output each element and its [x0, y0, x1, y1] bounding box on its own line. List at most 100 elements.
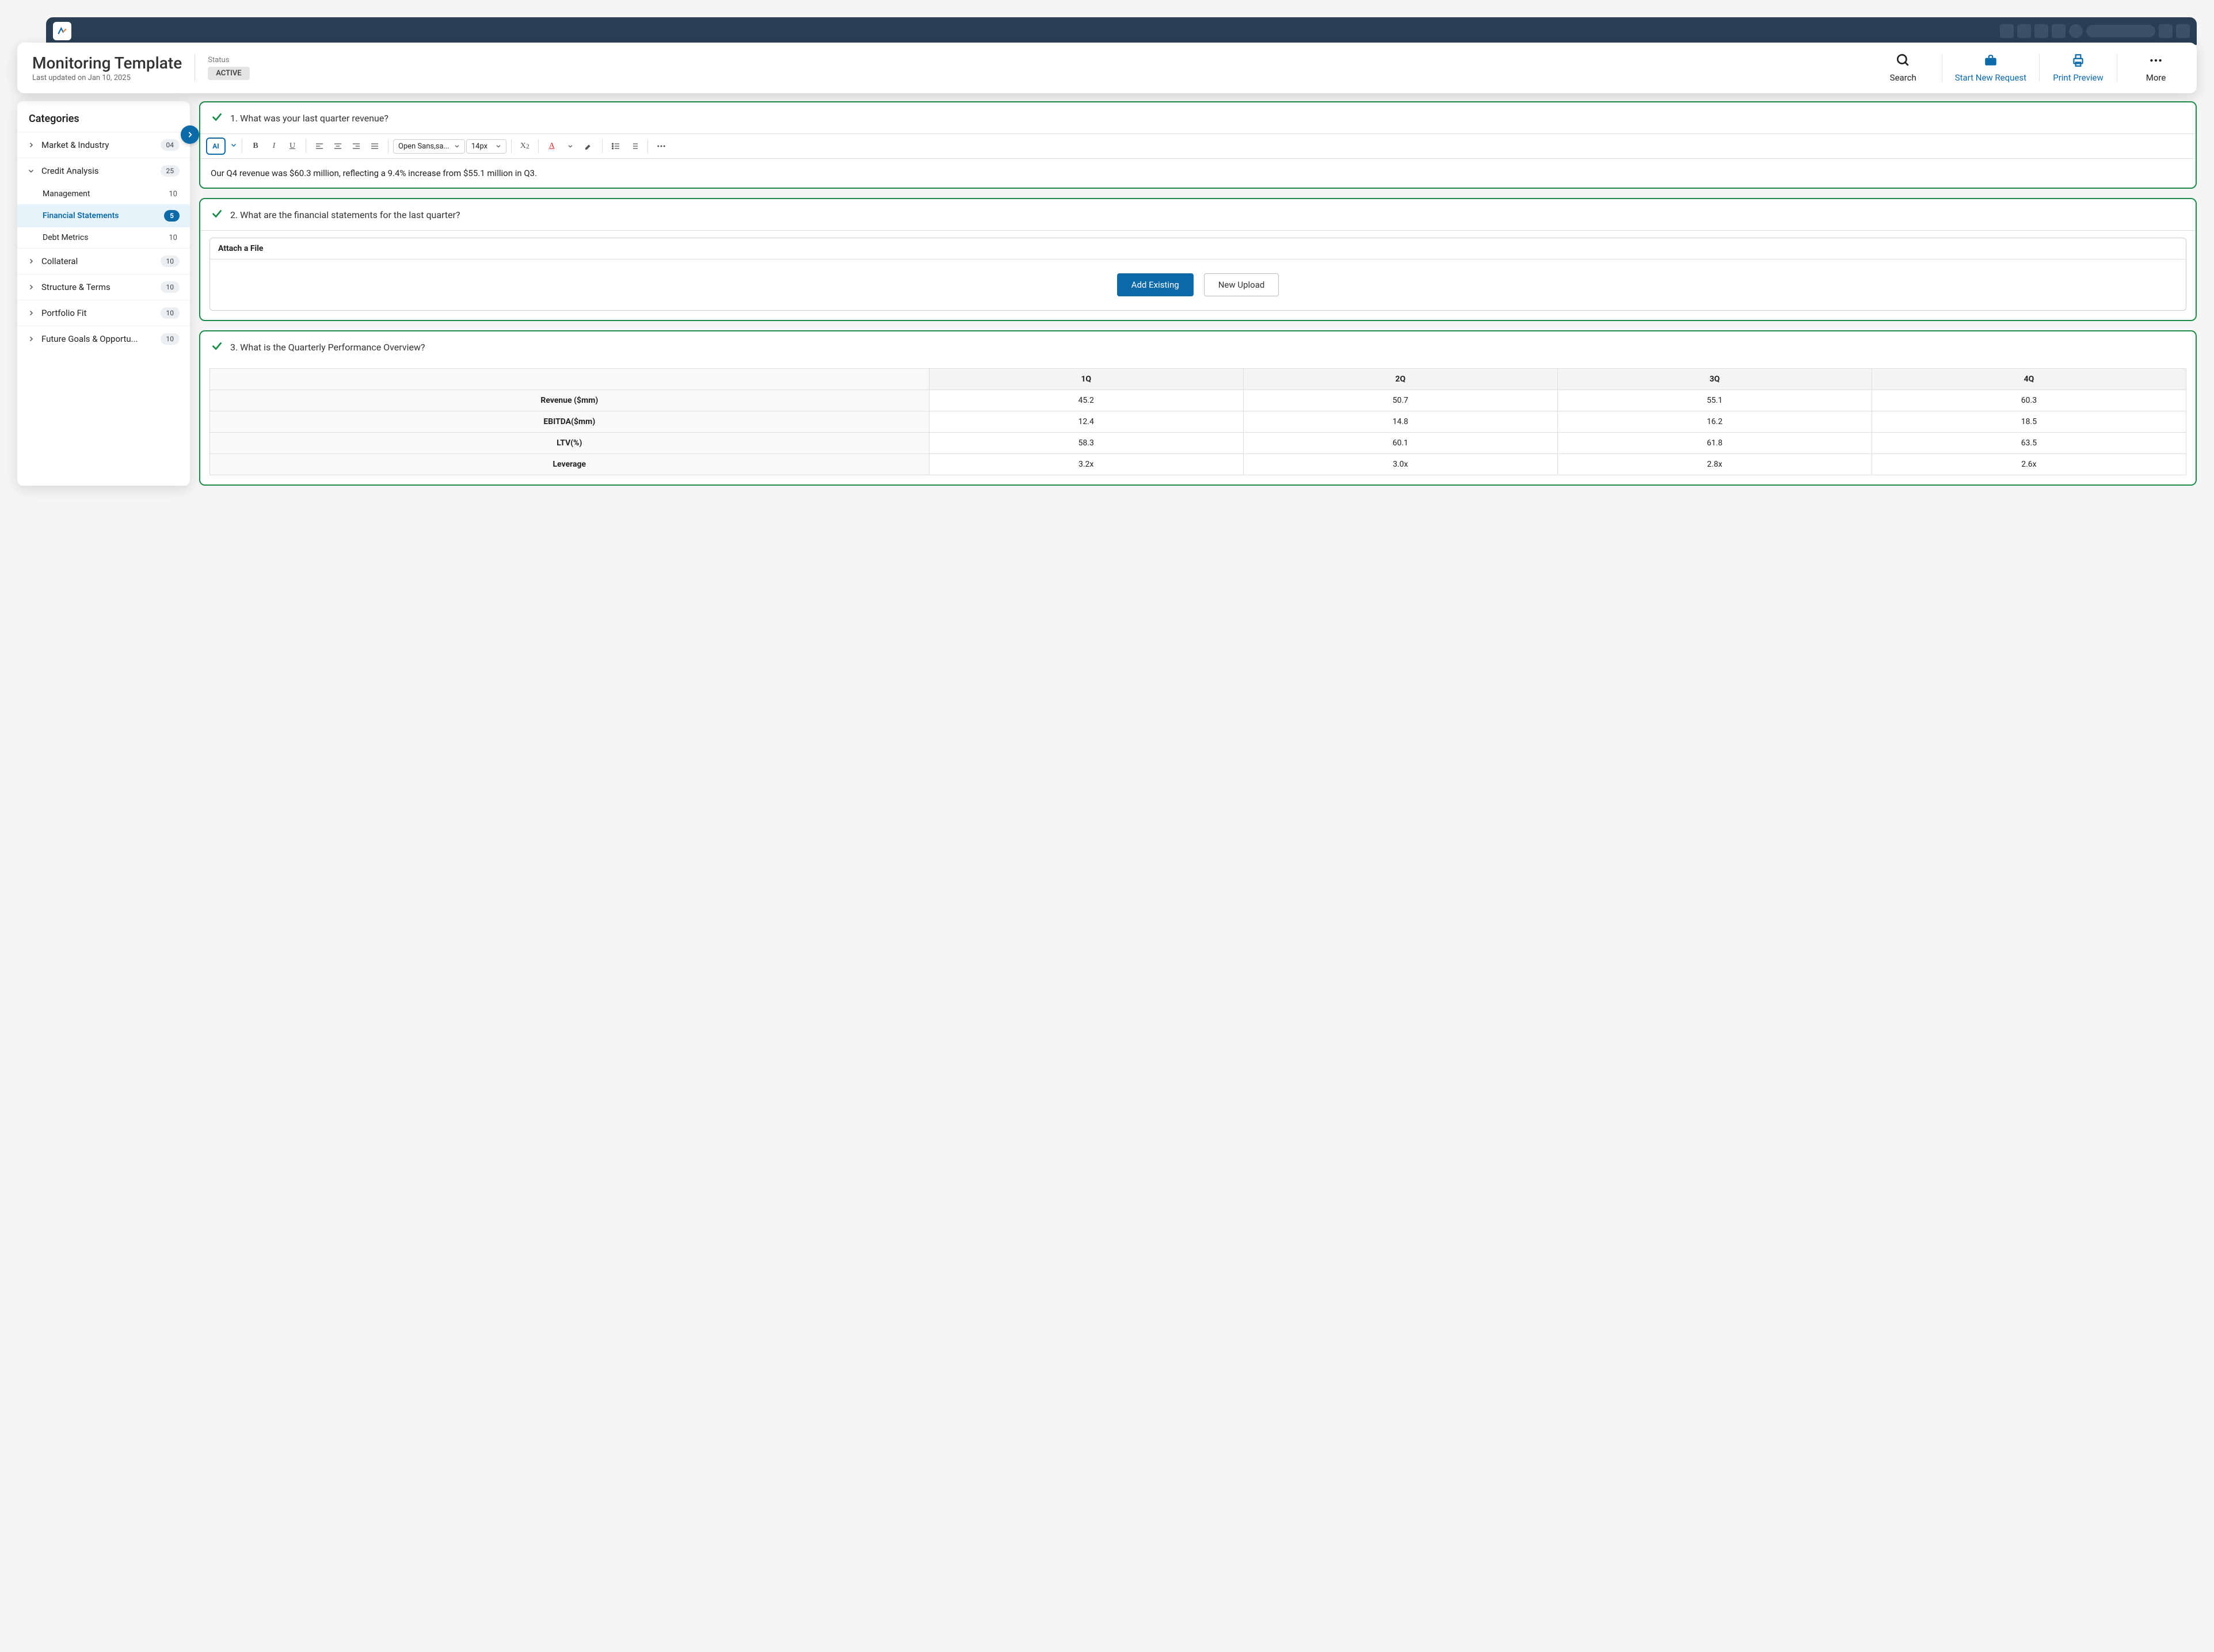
- table-cell: 2.8x: [1557, 454, 1872, 475]
- chrome-button[interactable]: [2069, 24, 2083, 38]
- category-portfolio-fit[interactable]: Portfolio Fit 10: [17, 300, 190, 326]
- table-cell: 12.4: [929, 411, 1243, 433]
- align-right-button[interactable]: [348, 138, 365, 155]
- row-label: Revenue ($mm): [210, 390, 929, 411]
- category-market-industry[interactable]: Market & Industry 04: [17, 132, 190, 158]
- add-existing-button[interactable]: Add Existing: [1117, 273, 1194, 296]
- sidebar-collapse-button[interactable]: [181, 125, 199, 144]
- text-color-button[interactable]: A: [543, 138, 561, 155]
- sidebar-title: Categories: [17, 110, 190, 132]
- category-structure-terms[interactable]: Structure & Terms 10: [17, 274, 190, 300]
- chrome-button[interactable]: [2159, 24, 2173, 38]
- table-cell: 45.2: [929, 390, 1243, 411]
- more-icon: [2148, 53, 2163, 70]
- chrome-pill[interactable]: [2086, 25, 2155, 37]
- table-cell: 61.8: [1557, 433, 1872, 454]
- bold-button[interactable]: B: [247, 138, 264, 155]
- browser-chrome: [46, 17, 2197, 45]
- category-label: Structure & Terms: [41, 282, 155, 292]
- print-label: Print Preview: [2053, 73, 2104, 83]
- chrome-button[interactable]: [2034, 24, 2048, 38]
- category-label: Market & Industry: [41, 140, 155, 150]
- table-cell: 55.1: [1557, 390, 1872, 411]
- row-label: EBITDA($mm): [210, 411, 929, 433]
- category-credit-analysis[interactable]: Credit Analysis 25: [17, 158, 190, 184]
- category-label: Collateral: [41, 256, 155, 266]
- chrome-button[interactable]: [2052, 24, 2066, 38]
- bullet-list-button[interactable]: [607, 138, 624, 155]
- table-cell: 3.2x: [929, 454, 1243, 475]
- more-label: More: [2146, 73, 2166, 83]
- chevron-down-icon[interactable]: [230, 142, 237, 151]
- ai-assist-button[interactable]: AI: [206, 138, 226, 155]
- status-label: Status: [208, 56, 249, 64]
- chevron-down-icon: [28, 167, 36, 174]
- table-row: Revenue ($mm) 45.2 50.7 55.1 60.3: [210, 390, 2186, 411]
- category-count: 10: [161, 307, 180, 319]
- category-future-goals[interactable]: Future Goals & Opportu... 10: [17, 326, 190, 352]
- question-card-2: 2. What are the financial statements for…: [199, 198, 2197, 321]
- search-action[interactable]: Search: [1877, 53, 1929, 83]
- table-cell: 60.3: [1872, 390, 2186, 411]
- print-action[interactable]: Print Preview: [2052, 53, 2104, 83]
- font-size-select[interactable]: 14px: [466, 139, 506, 154]
- align-justify-button[interactable]: [366, 138, 383, 155]
- subcategory-management[interactable]: Management 10: [17, 184, 190, 204]
- briefcase-icon: [1983, 53, 1998, 70]
- new-request-label: Start New Request: [1955, 73, 2026, 83]
- check-icon: [211, 339, 223, 354]
- page-header: Monitoring Template Last updated on Jan …: [17, 43, 2197, 93]
- category-count: 10: [161, 281, 180, 293]
- italic-button[interactable]: I: [265, 138, 283, 155]
- performance-table: 1Q 2Q 3Q 4Q Revenue ($mm) 45.2 50.7 55.1…: [209, 368, 2186, 475]
- new-upload-button[interactable]: New Upload: [1204, 273, 1279, 296]
- chrome-button[interactable]: [2017, 24, 2031, 38]
- subcategory-label: Debt Metrics: [43, 233, 163, 242]
- underline-button[interactable]: U: [284, 138, 301, 155]
- categories-sidebar: Categories Market & Industry 04 Credit A…: [17, 101, 190, 486]
- editor-content[interactable]: Our Q4 revenue was $60.3 million, reflec…: [200, 159, 2196, 188]
- table-cell: 60.1: [1243, 433, 1557, 454]
- toolbar-more-button[interactable]: [653, 138, 670, 155]
- table-cell: 58.3: [929, 433, 1243, 454]
- table-header: 2Q: [1243, 369, 1557, 390]
- font-family-select[interactable]: Open Sans,sa...: [393, 139, 465, 154]
- category-count: 25: [161, 165, 180, 177]
- text-color-dropdown[interactable]: [562, 138, 579, 155]
- subcategory-count: 10: [169, 234, 180, 242]
- category-label: Future Goals & Opportu...: [41, 334, 155, 344]
- chevron-right-icon: [28, 258, 36, 265]
- align-left-button[interactable]: [311, 138, 328, 155]
- numbered-list-button[interactable]: [626, 138, 643, 155]
- category-label: Portfolio Fit: [41, 308, 155, 318]
- search-icon: [1896, 53, 1911, 70]
- table-row: EBITDA($mm) 12.4 14.8 16.2 18.5: [210, 411, 2186, 433]
- question-card-3: 3. What is the Quarterly Performance Ove…: [199, 330, 2197, 486]
- status-badge: ACTIVE: [208, 67, 249, 80]
- align-center-button[interactable]: [329, 138, 346, 155]
- chrome-button[interactable]: [2000, 24, 2014, 38]
- category-collateral[interactable]: Collateral 10: [17, 248, 190, 274]
- chevron-right-icon: [28, 284, 36, 291]
- attach-file-box: Attach a File Add Existing New Upload: [209, 238, 2186, 311]
- subcategory-financial-statements[interactable]: Financial Statements 5: [17, 204, 190, 227]
- table-cell: 63.5: [1872, 433, 2186, 454]
- subcategory-count: 5: [164, 210, 180, 222]
- chevron-right-icon: [28, 335, 36, 342]
- page-subtitle: Last updated on Jan 10, 2025: [32, 74, 182, 82]
- category-count: 04: [161, 139, 180, 151]
- more-action[interactable]: More: [2130, 53, 2182, 83]
- app-logo-icon: [53, 22, 71, 40]
- chrome-button[interactable]: [2176, 24, 2190, 38]
- editor-toolbar: AI B I U Open Sans,sa... 14px: [200, 133, 2196, 159]
- question-text: 3. What is the Quarterly Performance Ove…: [230, 342, 425, 353]
- new-request-action[interactable]: Start New Request: [1955, 53, 2026, 83]
- subcategory-label: Financial Statements: [43, 211, 158, 220]
- subcategory-label: Management: [43, 189, 163, 199]
- superscript-button[interactable]: X2: [516, 138, 534, 155]
- highlight-button[interactable]: [580, 138, 597, 155]
- row-label: Leverage: [210, 454, 929, 475]
- subcategory-debt-metrics[interactable]: Debt Metrics 10: [17, 227, 190, 248]
- question-text: 1. What was your last quarter revenue?: [230, 113, 388, 124]
- search-label: Search: [1890, 73, 1916, 83]
